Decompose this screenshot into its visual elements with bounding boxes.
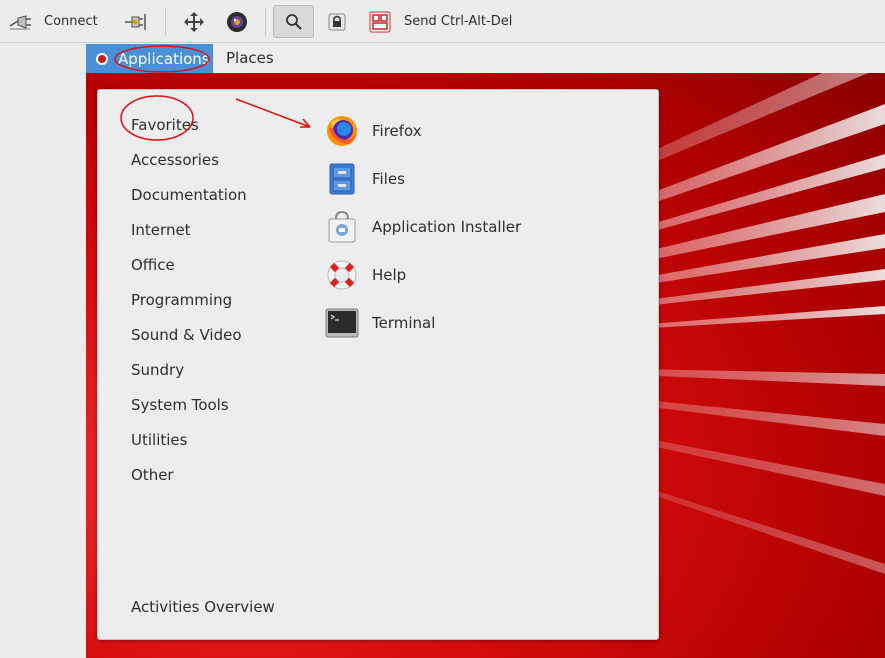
applications-menu-popup: Favorites Accessories Documentation Inte… bbox=[97, 89, 659, 640]
category-utilities[interactable]: Utilities bbox=[131, 431, 187, 449]
keyboard-icon[interactable] bbox=[367, 0, 393, 43]
app-firefox[interactable]: Firefox bbox=[325, 113, 422, 149]
app-label: Help bbox=[372, 266, 407, 284]
category-programming[interactable]: Programming bbox=[131, 291, 232, 309]
category-favorites[interactable]: Favorites bbox=[131, 116, 199, 134]
places-menu-button[interactable]: Places bbox=[226, 44, 274, 73]
category-system-tools[interactable]: System Tools bbox=[131, 396, 229, 414]
category-office[interactable]: Office bbox=[131, 256, 175, 274]
search-button[interactable] bbox=[273, 5, 314, 38]
file-cabinet-icon bbox=[325, 162, 359, 196]
app-label: Terminal bbox=[372, 314, 436, 332]
screenshot-camera-icon[interactable] bbox=[222, 0, 252, 43]
category-sundry[interactable]: Sundry bbox=[131, 361, 184, 379]
terminal-icon bbox=[325, 306, 359, 340]
app-label: Firefox bbox=[372, 122, 422, 140]
applications-label: Applications bbox=[118, 49, 210, 68]
app-files[interactable]: Files bbox=[325, 161, 405, 197]
connect-label: Connect bbox=[44, 14, 98, 29]
lock-icon[interactable] bbox=[325, 0, 349, 43]
toolbar-separator bbox=[165, 8, 166, 36]
app-label: Files bbox=[372, 170, 405, 188]
category-internet[interactable]: Internet bbox=[131, 221, 191, 239]
search-icon bbox=[285, 13, 302, 30]
firefox-icon bbox=[325, 114, 359, 148]
activities-overview-item[interactable]: Activities Overview bbox=[131, 598, 275, 616]
send-ctrl-alt-del-button[interactable]: Send Ctrl-Alt-Del bbox=[404, 0, 512, 43]
toolbar-separator bbox=[265, 8, 266, 36]
distro-logo-icon bbox=[96, 52, 108, 65]
category-other[interactable]: Other bbox=[131, 466, 174, 484]
viewer-left-margin bbox=[0, 44, 86, 658]
category-sound-video[interactable]: Sound & Video bbox=[131, 326, 242, 344]
app-application-installer[interactable]: Application Installer bbox=[325, 209, 521, 245]
viewer-toolbar: Connect Send Ctrl-Alt-Del bbox=[0, 0, 885, 43]
category-accessories[interactable]: Accessories bbox=[131, 151, 219, 169]
shopping-bag-icon bbox=[325, 210, 359, 244]
category-documentation[interactable]: Documentation bbox=[131, 186, 247, 204]
disconnect-plug-icon[interactable] bbox=[6, 0, 36, 43]
connect-plug-icon[interactable] bbox=[122, 0, 152, 43]
connect-button[interactable]: Connect bbox=[44, 0, 98, 43]
app-help[interactable]: Help bbox=[325, 257, 406, 293]
move-icon[interactable] bbox=[180, 0, 208, 43]
lifebuoy-icon bbox=[325, 258, 359, 292]
app-terminal[interactable]: Terminal bbox=[325, 305, 435, 341]
applications-menu-button[interactable]: Applications bbox=[86, 44, 213, 73]
app-label: Application Installer bbox=[372, 218, 522, 236]
send-ctrl-alt-del-label: Send Ctrl-Alt-Del bbox=[404, 14, 513, 29]
